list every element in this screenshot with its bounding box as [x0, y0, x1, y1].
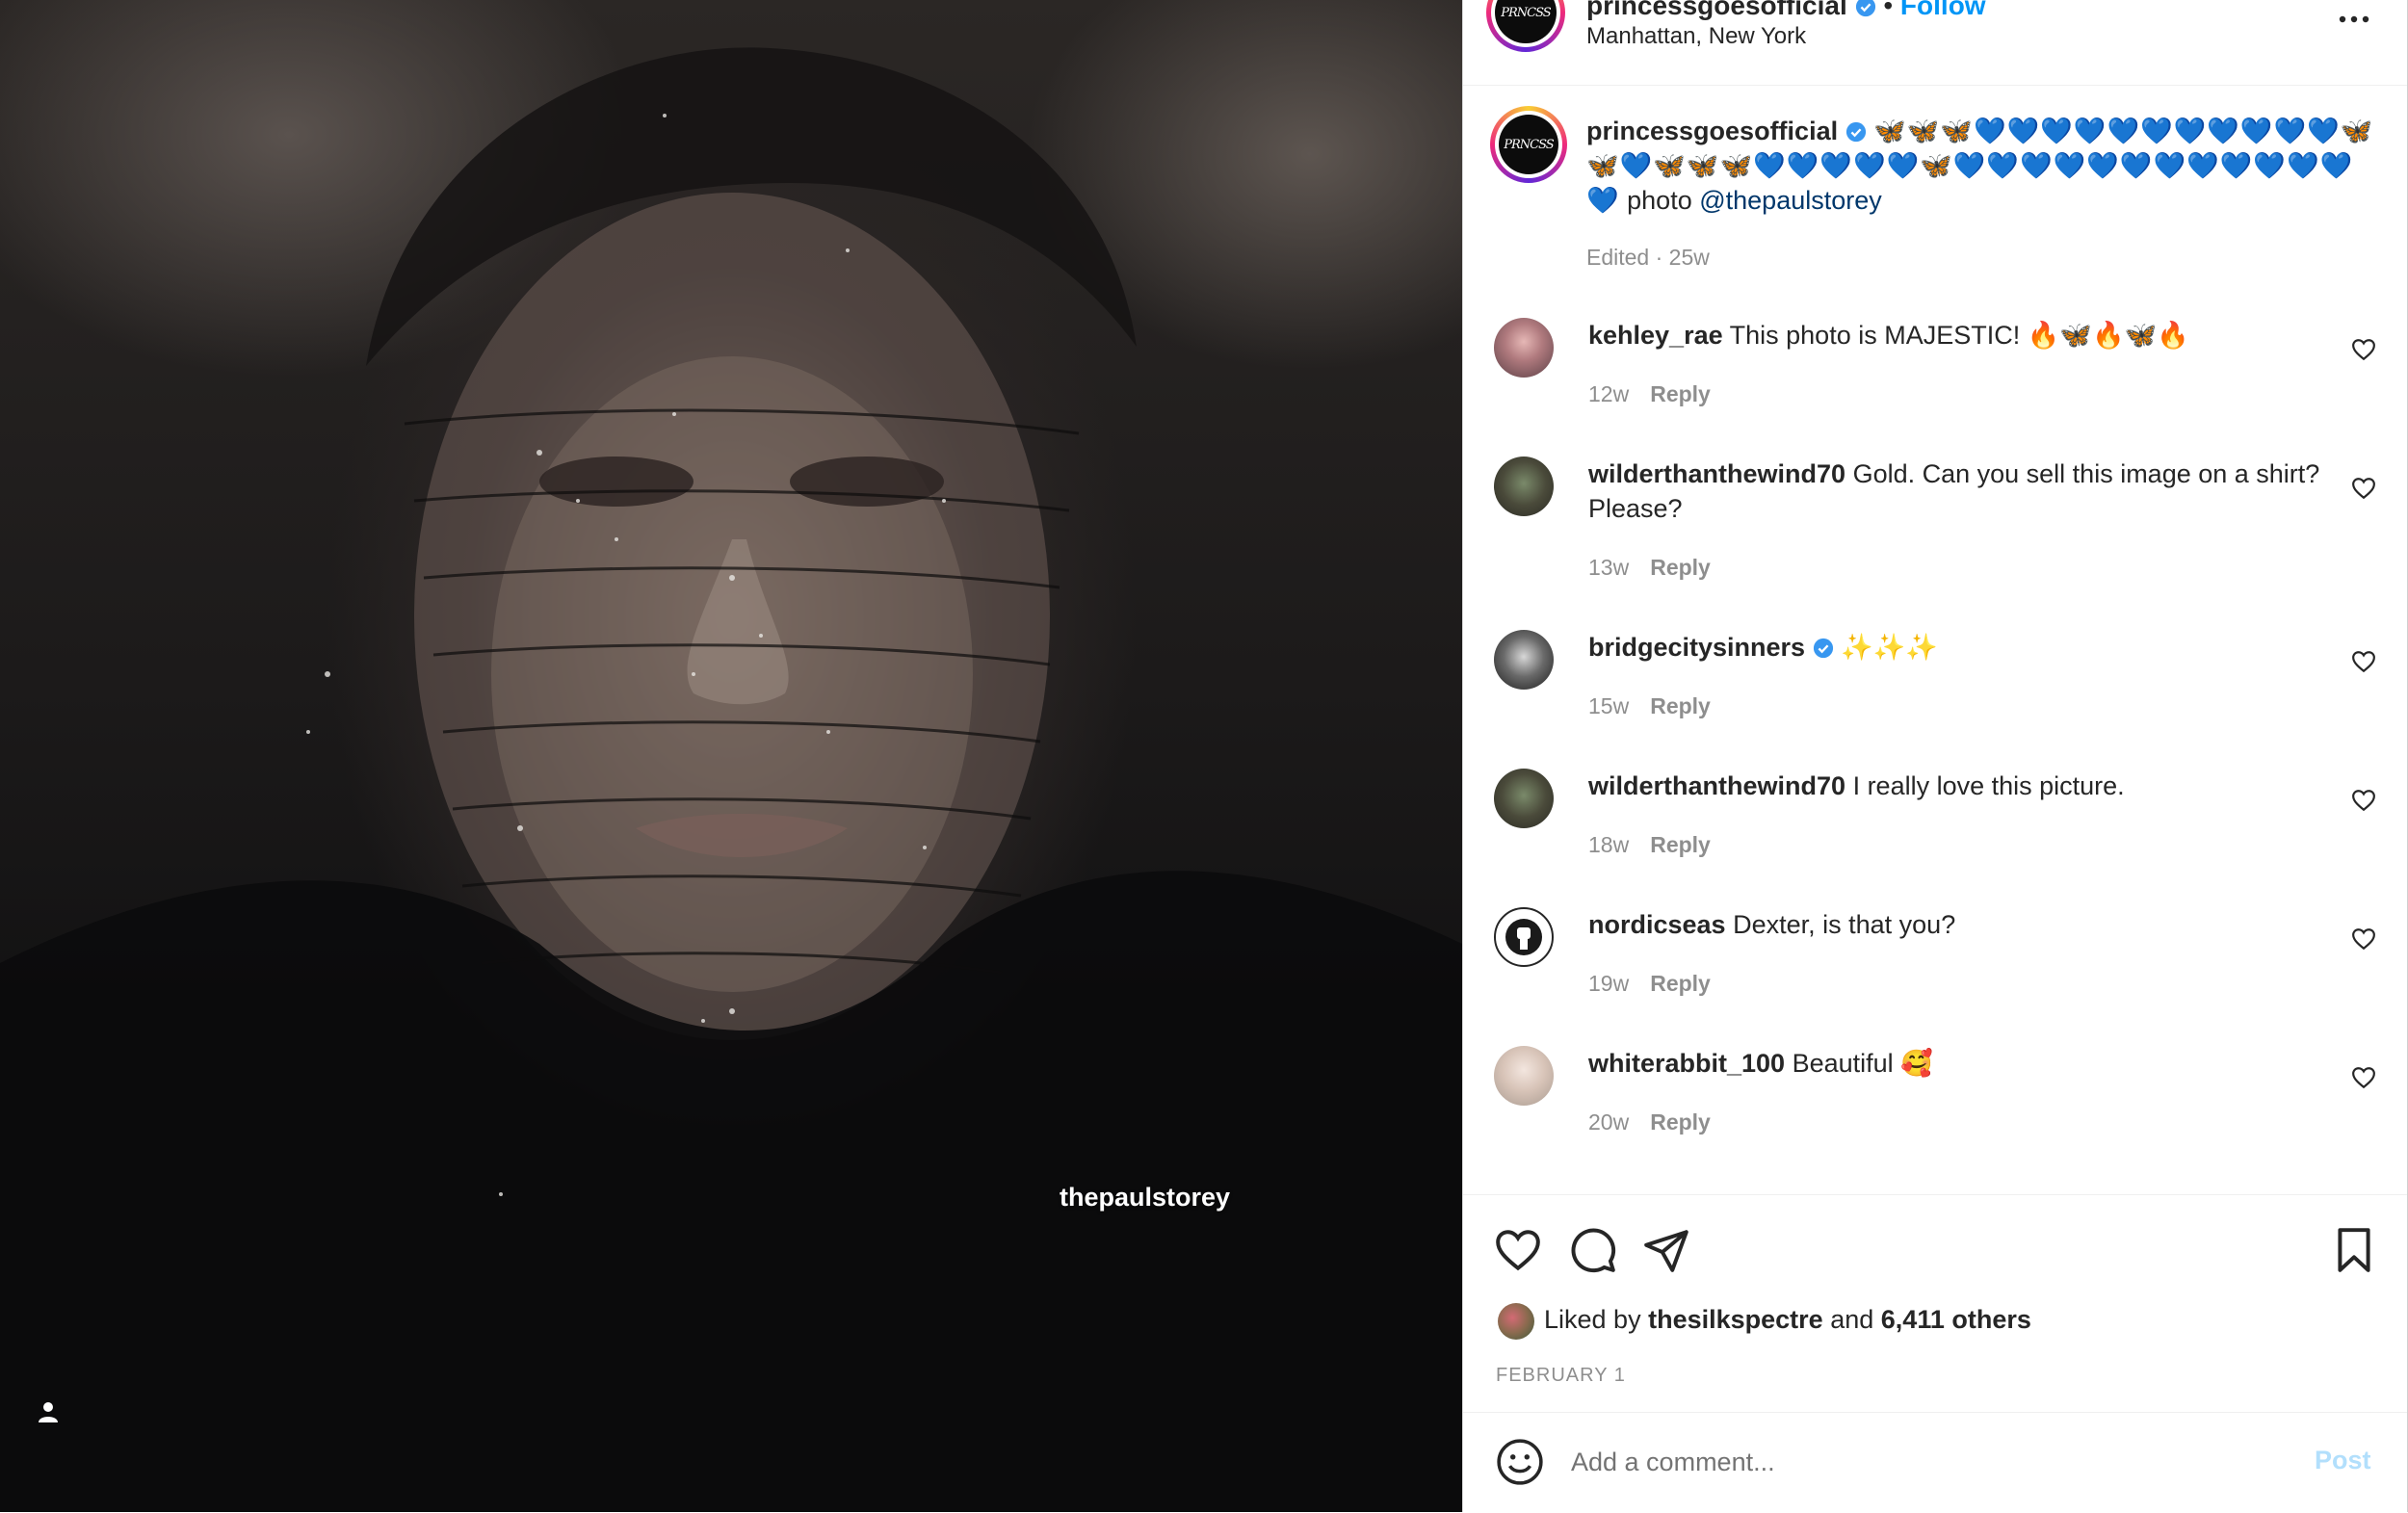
- person-icon: [39, 1402, 58, 1422]
- comment-username[interactable]: wilderthanthewind70: [1588, 459, 1845, 488]
- caption-mention-link[interactable]: @thepaulstorey: [1699, 186, 1882, 215]
- likes-summary: Liked by thesilkspectre and 6,411 others: [1498, 1303, 2031, 1340]
- comment-username[interactable]: nordicseas: [1588, 910, 1726, 939]
- post-action-bar: Liked by thesilkspectre and 6,411 others…: [1463, 1194, 2408, 1386]
- add-comment-bar: Post: [1463, 1412, 2408, 1513]
- ellipsis-icon: [2339, 15, 2369, 23]
- photo-artwork: [0, 47, 1462, 1512]
- post-side-panel: PRNCSS princessgoesofficial • Follow Man…: [1462, 0, 2408, 1512]
- post-photo[interactable]: thepaulstorey: [0, 0, 1462, 1512]
- raised-fist-icon: [1505, 919, 1542, 955]
- commenter-avatar[interactable]: [1494, 769, 1554, 828]
- more-options-button[interactable]: [2330, 2, 2378, 31]
- post-comment-button[interactable]: Post: [2315, 1446, 2371, 1475]
- reply-button[interactable]: Reply: [1650, 971, 1711, 996]
- comment-username[interactable]: whiterabbit_100: [1588, 1049, 1785, 1078]
- paper-plane-icon[interactable]: [1642, 1226, 1690, 1274]
- heart-icon[interactable]: [1494, 1226, 1542, 1274]
- brand-logo: PRNCSS: [1499, 115, 1558, 174]
- comment-text: This photo is MAJESTIC! 🔥🦋🔥🦋🔥: [1729, 321, 2189, 350]
- comment-username[interactable]: wilderthanthewind70: [1588, 771, 1845, 800]
- liker-avatar[interactable]: [1498, 1303, 1534, 1340]
- comment-time: 20w: [1588, 1109, 1630, 1135]
- likes-count-link[interactable]: 6,411 others: [1881, 1305, 2031, 1334]
- heart-icon[interactable]: [2351, 476, 2376, 501]
- commenter-avatar[interactable]: [1494, 318, 1554, 378]
- comment-input[interactable]: [1569, 1436, 2266, 1488]
- likes-joiner: and: [1830, 1305, 1874, 1335]
- reply-button[interactable]: Reply: [1650, 555, 1711, 580]
- comment-time: 18w: [1588, 832, 1630, 857]
- photo-tag-label[interactable]: thepaulstorey: [1060, 1183, 1230, 1213]
- commenter-avatar[interactable]: [1494, 457, 1554, 516]
- heart-icon[interactable]: [2351, 337, 2376, 362]
- comment-text: Dexter, is that you?: [1733, 910, 1956, 939]
- post-date[interactable]: FEBRUARY 1: [1496, 1365, 1626, 1387]
- likes-prefix: Liked by: [1544, 1305, 1641, 1335]
- heart-icon[interactable]: [2351, 1065, 2376, 1090]
- comment-bubble-icon[interactable]: [1569, 1226, 1617, 1274]
- follow-button[interactable]: Follow: [1900, 0, 1986, 20]
- post-location[interactable]: Manhattan, New York: [1586, 23, 1806, 50]
- bookmark-icon[interactable]: [2330, 1226, 2378, 1274]
- verified-badge-icon: [1845, 121, 1866, 143]
- commenter-avatar[interactable]: [1494, 907, 1554, 967]
- caption-text: photo: [1627, 186, 1692, 215]
- commenter-avatar[interactable]: [1494, 630, 1554, 690]
- post-header: PRNCSS princessgoesofficial • Follow Man…: [1463, 0, 2408, 86]
- reply-button[interactable]: Reply: [1650, 1109, 1711, 1135]
- author-avatar[interactable]: PRNCSS: [1486, 0, 1565, 52]
- heart-icon[interactable]: [2351, 649, 2376, 674]
- reply-button[interactable]: Reply: [1650, 832, 1711, 857]
- comment-time: 15w: [1588, 693, 1630, 718]
- reply-button[interactable]: Reply: [1650, 693, 1711, 718]
- commenter-avatar[interactable]: [1494, 1046, 1554, 1106]
- comment-time: 12w: [1588, 381, 1630, 406]
- caption-username[interactable]: princessgoesofficial: [1586, 117, 1838, 145]
- author-username[interactable]: princessgoesofficial: [1586, 0, 1847, 20]
- heart-icon[interactable]: [2351, 788, 2376, 813]
- caption-author-avatar[interactable]: PRNCSS: [1490, 106, 1567, 183]
- comment-username[interactable]: kehley_rae: [1588, 321, 1723, 350]
- reply-button[interactable]: Reply: [1650, 381, 1711, 406]
- tagged-people-button[interactable]: [31, 1395, 65, 1429]
- comment-username[interactable]: bridgecitysinners: [1588, 633, 1805, 662]
- comment-text: I really love this picture.: [1852, 771, 2125, 800]
- comment-time: 13w: [1588, 555, 1630, 580]
- liker-username[interactable]: thesilkspectre: [1648, 1305, 1823, 1334]
- verified-badge-icon: [1855, 0, 1875, 17]
- verified-badge-icon: [1813, 638, 1833, 659]
- comment-time: 19w: [1588, 971, 1630, 996]
- smiley-icon[interactable]: [1496, 1438, 1544, 1486]
- comment-text: Beautiful 🥰: [1792, 1049, 1933, 1078]
- caption-timestamp: Edited · 25w: [1586, 245, 1710, 270]
- heart-icon[interactable]: [2351, 926, 2376, 952]
- comment-text: ✨✨✨: [1841, 633, 1938, 662]
